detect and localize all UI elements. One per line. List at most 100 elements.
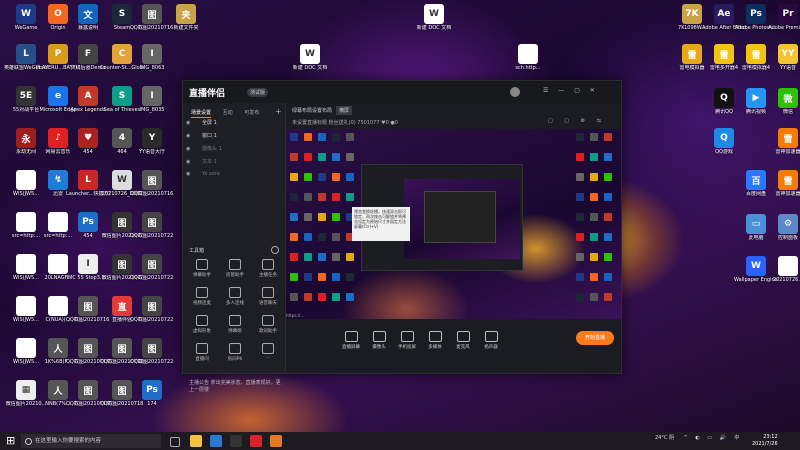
desktop-icon[interactable]: ⚙ 控制面板 bbox=[766, 214, 800, 254]
weather-text[interactable]: 24°C 阴 bbox=[655, 435, 674, 441]
toolbox-item[interactable]: 直播间 bbox=[187, 343, 217, 367]
tab-publish[interactable]: 可发布 bbox=[244, 110, 259, 116]
mini-desktop-icon bbox=[604, 293, 612, 301]
desktop-icon[interactable]: 图 QQ截图20210722... bbox=[130, 296, 174, 336]
preview-tab-bar[interactable]: 绿幕布局设置布局 横屏 bbox=[286, 103, 621, 117]
stream-preview[interactable] bbox=[286, 129, 621, 319]
system-tray[interactable]: 24°C 阴 ^ ◐ ▭ 🔊 中 bbox=[655, 434, 739, 441]
left-panel: 场景设置 互动 可发布 + ◉ 全屏 1 ◉ 窗口 1 ◉ 摄像头 1 ◉ 文本 1 ◉ Yo.s… bbox=[183, 103, 286, 393]
desktop-icon[interactable]: I IMG_8063 bbox=[130, 44, 174, 84]
mini-desktop-icon bbox=[332, 253, 340, 261]
mini-desktop-icon bbox=[590, 233, 598, 241]
taskbar-search-box[interactable]: 在这里输入你要搜索的内容 bbox=[21, 434, 161, 448]
desktop-icon[interactable]: 图 QQ截图20210722... bbox=[130, 338, 174, 378]
source-button[interactable]: 摄像头 bbox=[366, 331, 392, 350]
desktop-icon-label: 雷神加速器 bbox=[775, 149, 800, 155]
desktop-icon[interactable]: 图 QQ截图20210722... bbox=[130, 212, 174, 252]
scene-item[interactable]: ◉ 摄像头 1 bbox=[186, 145, 282, 156]
desktop-icon[interactable]: YY YY语音 bbox=[766, 44, 800, 84]
source-button[interactable]: 直播屏幕 bbox=[338, 331, 364, 350]
steam-taskbar-icon[interactable] bbox=[230, 435, 242, 447]
mini-desktop-icon bbox=[332, 153, 340, 161]
scene-label: 文本 1 bbox=[202, 159, 217, 165]
mini-desktop-icon bbox=[318, 153, 326, 161]
desktop-icon[interactable]: 雷雷神加速器 bbox=[766, 128, 800, 168]
visibility-eye-icon[interactable]: ◉ bbox=[186, 133, 192, 139]
app-icon bbox=[16, 212, 36, 232]
tool-icon bbox=[229, 343, 241, 354]
visibility-eye-icon[interactable]: ◉ bbox=[186, 146, 192, 152]
taskbar-clock[interactable]: 23:12 2021/7/26 bbox=[752, 434, 778, 448]
toolbox-item[interactable]: 歌词助手 bbox=[253, 315, 283, 339]
desktop-icon[interactable]: 20210726... bbox=[766, 256, 800, 296]
toolbox-item[interactable]: 弹幕姬 bbox=[220, 315, 250, 339]
source-button[interactable]: 扬声器 bbox=[478, 331, 504, 350]
desktop-icon[interactable]: 夹新建文件夹 bbox=[164, 4, 208, 44]
start-live-button[interactable]: 开始直播 bbox=[576, 331, 614, 345]
source-button[interactable]: 手机投屏 bbox=[394, 331, 420, 350]
desktop-icon[interactable]: Y YY语音大厅 bbox=[130, 128, 174, 168]
tool-label: 弹幕姬 bbox=[228, 329, 242, 334]
visibility-eye-icon[interactable]: ◉ bbox=[186, 120, 192, 126]
toolbox-item[interactable]: 语音聊天 bbox=[253, 287, 283, 311]
desktop-icon[interactable]: I IMG_8035 bbox=[130, 86, 174, 126]
toolbox-item[interactable]: 多人连线 bbox=[220, 287, 250, 311]
toolbox-item[interactable]: 弹幕助手 bbox=[187, 259, 217, 283]
mini-desktop-icon bbox=[332, 193, 340, 201]
search-icon bbox=[25, 438, 32, 445]
desktop-icon[interactable]: W 新建 DOC 文档 bbox=[412, 4, 456, 44]
tool-label: 房管助手 bbox=[226, 273, 244, 278]
desktop-icon[interactable]: Q QQ游戏 bbox=[702, 128, 746, 168]
visibility-eye-icon[interactable]: ◉ bbox=[186, 159, 192, 165]
desktop-icon[interactable]: Ps 174 bbox=[130, 380, 174, 420]
toolbox-item[interactable]: 视频连麦 bbox=[187, 287, 217, 311]
tray-icons[interactable]: ^ ◐ ▭ 🔊 bbox=[684, 435, 729, 441]
live-app-taskbar-icon[interactable] bbox=[270, 435, 282, 447]
window-controls[interactable]: ☰ — ▢ ✕ bbox=[543, 87, 599, 94]
left-panel-tabs[interactable]: 场景设置 互动 可发布 + bbox=[191, 107, 282, 118]
desktop-icon[interactable]: 图 QQ截图20210722... bbox=[130, 254, 174, 294]
tab-interact[interactable]: 互动 bbox=[223, 110, 233, 116]
windows-start-icon[interactable]: ⊞ bbox=[6, 435, 18, 447]
desktop-icon[interactable]: PrAdobe Premie... bbox=[766, 4, 800, 44]
source-button[interactable]: 麦克风 bbox=[450, 331, 476, 350]
app-icon: Y bbox=[142, 128, 162, 148]
preview-tools-icons[interactable]: ▢ ▢ ⚙ ⇆ bbox=[548, 118, 606, 124]
task-view-icon[interactable] bbox=[170, 437, 180, 447]
desktop-icon[interactable]: 雷雷电模拟器 bbox=[670, 44, 714, 84]
desktop-icon[interactable]: W 新建 DOC 文档 bbox=[288, 44, 332, 84]
mail-icon[interactable] bbox=[210, 435, 222, 447]
toolbox-item[interactable]: ··· bbox=[253, 343, 283, 367]
toolbox-more-icon[interactable] bbox=[271, 246, 279, 254]
toolbox-item[interactable]: 虚拟形象 bbox=[187, 315, 217, 339]
desktop-icon[interactable]: 雷雷神加速器 bbox=[766, 170, 800, 210]
mini-desktop-icon bbox=[332, 213, 340, 221]
source-label: 扬声器 bbox=[484, 345, 498, 350]
desktop-icon[interactable]: 图 QQ截图20210716... bbox=[130, 170, 174, 210]
tab-scene-settings[interactable]: 场景设置 bbox=[191, 110, 212, 118]
toolbox-item[interactable]: 主播任务 bbox=[253, 259, 283, 283]
app-icon: W bbox=[112, 170, 132, 190]
app-icon: 4 bbox=[112, 128, 132, 148]
preview-tab[interactable]: 绿幕布局设置布局 bbox=[292, 107, 332, 114]
scene-item[interactable]: ◉ Yo.sdra bbox=[186, 171, 282, 182]
user-avatar[interactable] bbox=[510, 87, 520, 97]
orientation-badge[interactable]: 横屏 bbox=[336, 106, 353, 115]
file-explorer-icon[interactable] bbox=[190, 435, 202, 447]
app-icon bbox=[16, 338, 36, 358]
desktop-icon[interactable]: sch.http... bbox=[506, 44, 550, 84]
add-scene-icon[interactable]: + bbox=[275, 107, 282, 116]
source-icon bbox=[400, 331, 414, 342]
toolbox-item[interactable]: 房间PK bbox=[220, 343, 250, 367]
visibility-eye-icon[interactable]: ◉ bbox=[186, 171, 192, 177]
netease-music-taskbar-icon[interactable] bbox=[250, 435, 262, 447]
ime-indicator[interactable]: 中 bbox=[734, 435, 739, 441]
scene-item[interactable]: ◉ 文本 1 bbox=[186, 158, 282, 169]
toolbox-item[interactable]: 房管助手 bbox=[220, 259, 250, 283]
scene-item[interactable]: ◉ 窗口 1 bbox=[186, 132, 282, 143]
app-titlebar[interactable]: 直播伴侣 测试版 ☰ — ▢ ✕ bbox=[183, 81, 621, 103]
desktop-icon[interactable]: 微微信 bbox=[766, 88, 800, 128]
scene-item[interactable]: ◉ 全屏 1 bbox=[186, 119, 282, 130]
app-icon bbox=[16, 296, 36, 316]
source-button[interactable]: 多媒体 bbox=[422, 331, 448, 350]
